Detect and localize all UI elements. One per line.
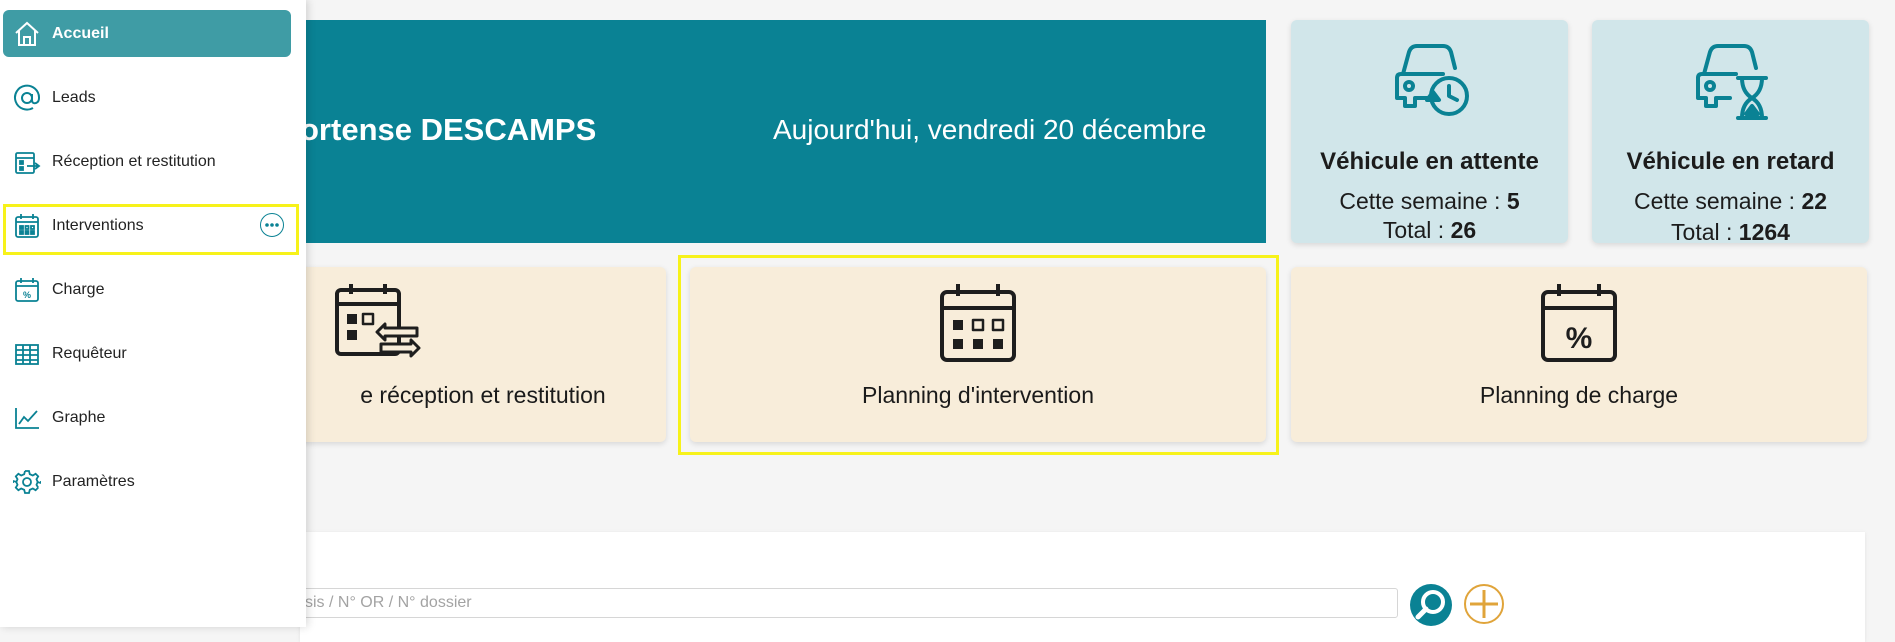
tile-label: Planning d'intervention xyxy=(862,382,1094,408)
sidebar-item-label: Charge xyxy=(52,280,105,298)
tile-label: Planning de charge xyxy=(1479,382,1679,408)
table-icon xyxy=(12,339,42,369)
stat-total: Total : 1264 xyxy=(1671,219,1790,245)
calendar-exchange-icon xyxy=(333,282,423,367)
stat-total: Total : 26 xyxy=(1382,217,1477,243)
sidebar-item-interventions[interactable]: Interventions xyxy=(3,202,291,249)
add-button[interactable] xyxy=(1464,584,1504,624)
sidebar-item-graphe[interactable]: Graphe xyxy=(3,394,291,441)
calendar-percent-icon: % xyxy=(1539,282,1619,369)
sidebar-item-label: Interventions xyxy=(52,216,144,234)
tile-reception-restitution[interactable]: e réception et restitution xyxy=(300,267,666,442)
stat-card-late[interactable]: Véhicule en retard Cette semaine : 22 To… xyxy=(1592,20,1869,245)
plus-icon xyxy=(1470,590,1498,618)
welcome-banner: ortense DESCAMPS Aujourd'hui, vendredi 2… xyxy=(300,20,1266,243)
stat-week: Cette semaine : 5 xyxy=(1339,188,1520,214)
sidebar-item-accueil[interactable]: Accueil xyxy=(3,10,291,57)
gear-icon xyxy=(12,467,42,497)
calendar-grid-icon xyxy=(938,282,1018,369)
user-name: ortense DESCAMPS xyxy=(300,112,597,147)
more-options-button[interactable] xyxy=(260,213,284,237)
sidebar-item-label: Graphe xyxy=(52,408,106,426)
stat-card-waiting[interactable]: Véhicule en attente Cette semaine : 5 To… xyxy=(1291,20,1568,243)
search-card xyxy=(300,532,1865,642)
sidebar-item-label: Leads xyxy=(52,88,96,106)
at-icon xyxy=(12,83,42,113)
sidebar-item-label: Réception et restitution xyxy=(52,152,216,170)
reception-icon xyxy=(12,147,42,177)
sidebar-item-reception[interactable]: Réception et restitution xyxy=(3,138,291,185)
tile-label: e réception et restitution xyxy=(360,382,606,408)
calendar-percent-icon: % xyxy=(12,275,42,305)
stat-title: Véhicule en retard xyxy=(1626,148,1835,175)
sidebar-item-leads[interactable]: Leads xyxy=(3,74,291,121)
ellipsis-icon xyxy=(265,223,279,227)
search-input[interactable] xyxy=(300,588,1398,618)
stat-title: Véhicule en attente xyxy=(1320,148,1539,175)
sidebar-item-label: Requêteur xyxy=(52,344,127,362)
line-chart-icon xyxy=(12,403,42,433)
sidebar: Accueil Leads Réception et restitution I… xyxy=(0,0,306,627)
stat-week: Cette semaine : 22 xyxy=(1633,188,1828,214)
tile-planning-charge[interactable]: % Planning de charge xyxy=(1291,267,1867,442)
home-icon xyxy=(12,19,42,49)
sidebar-item-parametres[interactable]: Paramètres xyxy=(3,458,291,505)
sidebar-item-label: Accueil xyxy=(52,24,109,42)
svg-text:%: % xyxy=(23,290,31,300)
tile-planning-intervention[interactable]: Planning d'intervention xyxy=(690,267,1266,442)
sidebar-item-label: Paramètres xyxy=(52,472,135,490)
search-icon xyxy=(1415,590,1445,620)
calendar-icon xyxy=(12,211,42,241)
sidebar-item-requeteur[interactable]: Requêteur xyxy=(3,330,291,377)
car-hourglass-icon xyxy=(1686,34,1776,129)
current-date: Aujourd'hui, vendredi 20 décembre xyxy=(773,114,1207,145)
search-button[interactable] xyxy=(1410,584,1452,626)
sidebar-item-charge[interactable]: % Charge xyxy=(3,266,291,313)
car-clock-icon xyxy=(1385,34,1475,129)
svg-text:%: % xyxy=(1566,322,1593,355)
